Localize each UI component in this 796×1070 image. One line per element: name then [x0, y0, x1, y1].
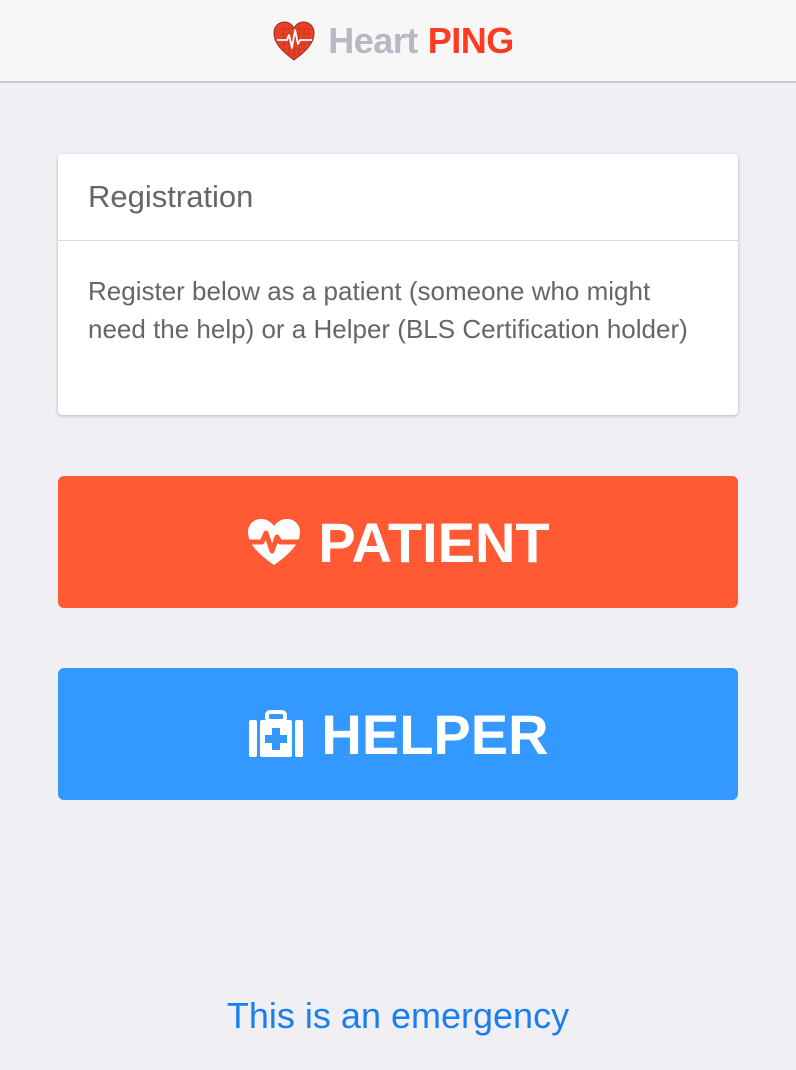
helper-button[interactable]: HELPER: [58, 668, 738, 800]
helper-button-label: HELPER: [321, 702, 549, 766]
heart-ecg-icon: [273, 20, 315, 61]
patient-button[interactable]: PATIENT: [58, 476, 738, 608]
patient-button-label: PATIENT: [318, 510, 550, 574]
medkit-icon: [249, 710, 304, 757]
heartbeat-icon: [246, 519, 303, 565]
app-header: Heart PING: [0, 0, 796, 83]
registration-card-description: Register below as a patient (someone who…: [88, 276, 688, 344]
registration-card: Registration Register below as a patient…: [58, 154, 738, 415]
registration-card-title: Registration: [58, 154, 738, 241]
app-logo: Heart PING: [272, 20, 514, 62]
brand-name-ping: PING: [427, 19, 515, 61]
brand-name-heart: Heart: [328, 19, 418, 61]
emergency-link[interactable]: This is an emergency: [0, 995, 796, 1037]
